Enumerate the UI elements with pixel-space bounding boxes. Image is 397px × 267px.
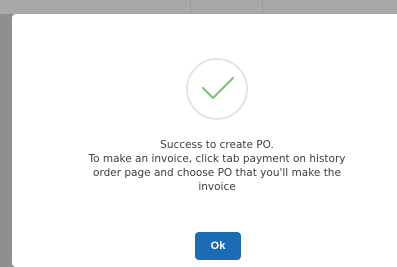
message-line: invoice xyxy=(198,181,236,193)
dialog-message: Success to create PO. To make an invoice… xyxy=(72,138,362,194)
message-line: order page and choose PO that you'll mak… xyxy=(93,167,341,179)
checkmark-icon xyxy=(201,76,235,100)
success-dialog: Success to create PO. To make an invoice… xyxy=(12,14,397,267)
column-divider xyxy=(262,0,263,14)
message-line: To make an invoice, click tab payment on… xyxy=(88,153,346,165)
column-divider xyxy=(190,0,191,14)
success-icon-ring xyxy=(186,58,248,120)
ok-button[interactable]: Ok xyxy=(195,232,241,260)
background-table-header xyxy=(0,0,397,14)
background-page-edge xyxy=(0,14,12,267)
message-line: Success to create PO. xyxy=(160,139,274,151)
